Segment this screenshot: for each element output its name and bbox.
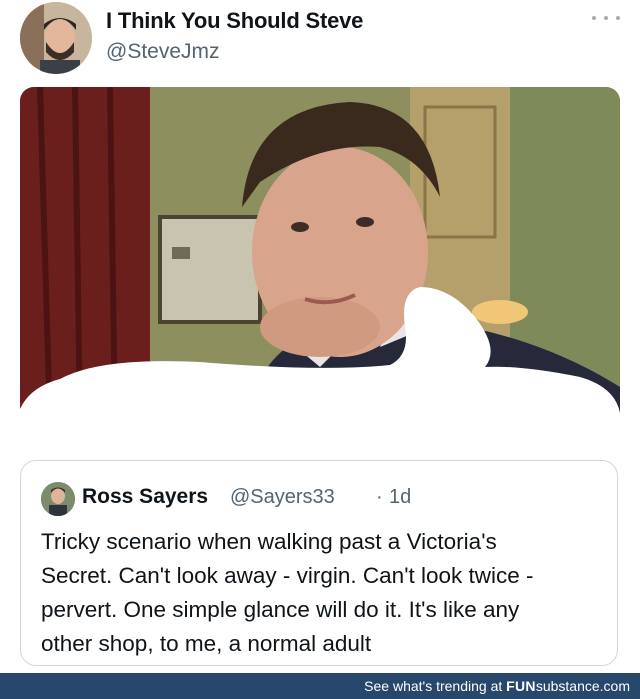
- quoted-tweet-line: Secret. Can't look away - virgin. Can't …: [41, 563, 534, 588]
- author-display-name[interactable]: I Think You Should Steve: [106, 8, 363, 34]
- quoted-author-handle[interactable]: @Sayers33: [230, 486, 335, 509]
- quoted-tweet-text: Tricky scenario when walking past a Vict…: [41, 525, 601, 661]
- watermark-footer[interactable]: See what's trending at FUNsubstance.com: [0, 673, 640, 699]
- watermark-prefix: See what's trending at: [364, 678, 507, 694]
- watermark-text[interactable]: See what's trending at FUNsubstance.com: [364, 678, 630, 694]
- quoted-author-avatar[interactable]: [41, 482, 75, 516]
- quoted-tweet-line: Tricky scenario when walking past a Vict…: [41, 529, 497, 554]
- tweet-header: I Think You Should Steve @SteveJmz: [0, 0, 640, 86]
- quoted-tweet-line: pervert. One simple glance will do it. I…: [41, 597, 520, 622]
- quoted-tweet-line: other shop, to me, a normal adult: [41, 631, 372, 656]
- watermark-brand-rest: substance.com: [535, 678, 630, 694]
- author-handle[interactable]: @SteveJmz: [106, 40, 220, 64]
- quoted-meta-separator: ·: [376, 486, 383, 508]
- author-avatar[interactable]: [20, 2, 92, 74]
- quoted-timestamp[interactable]: 1d: [389, 486, 411, 509]
- tweet-media-image[interactable]: [20, 87, 620, 423]
- quoted-tweet-card[interactable]: Ross Sayers @Sayers33 · 1d Tricky scenar…: [20, 460, 618, 666]
- watermark-brand-bold: FUN: [506, 678, 536, 694]
- quoted-author-display-name[interactable]: Ross Sayers: [82, 485, 208, 509]
- ellipsis-icon[interactable]: [592, 8, 620, 28]
